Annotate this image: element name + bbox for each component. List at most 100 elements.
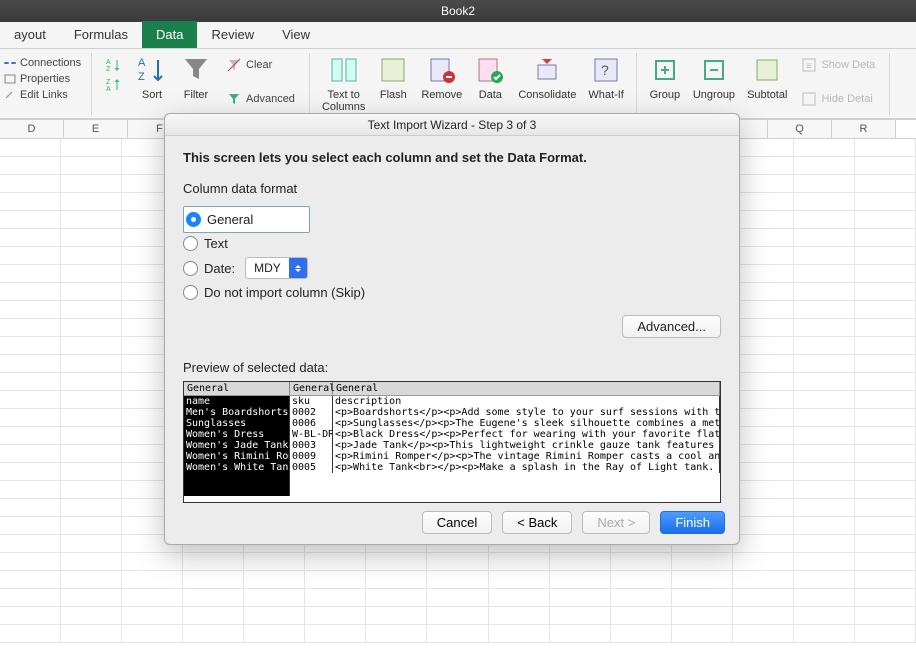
dialog-title: Text Import Wizard - Step 3 of 3 — [165, 114, 739, 136]
preview-header: General — [333, 382, 720, 395]
consolidate-button[interactable]: Consolidate — [512, 53, 582, 101]
data-validation-button[interactable]: Data — [468, 53, 512, 101]
whatif-button[interactable]: ? What-If — [582, 53, 629, 101]
text-to-columns-icon — [328, 53, 360, 87]
radio-skip[interactable]: Do not import column (Skip) — [183, 282, 721, 303]
ungroup-icon — [698, 53, 730, 87]
show-detail-label: Show Deta — [821, 59, 875, 71]
sort-button[interactable]: AZ Sort — [130, 53, 174, 101]
preview-header: General — [290, 382, 333, 395]
sort-desc-button[interactable]: ZA — [102, 75, 126, 95]
column-header[interactable]: D — [0, 120, 64, 138]
clear-icon — [226, 57, 242, 73]
flash-icon — [377, 53, 409, 87]
svg-text:A: A — [106, 59, 111, 66]
svg-text:A: A — [106, 86, 111, 93]
advanced-label: Advanced — [246, 93, 295, 105]
group-button[interactable]: Group — [643, 53, 687, 101]
consolidate-icon — [531, 53, 563, 87]
show-detail-button[interactable]: ≡ Show Deta — [797, 55, 879, 75]
whatif-label: What-If — [588, 89, 623, 101]
window-titlebar: Book2 — [0, 0, 916, 22]
radio-text[interactable]: Text — [183, 233, 721, 254]
connections-group: Connections Properties Edit Links — [0, 53, 92, 115]
svg-text:?: ? — [601, 62, 609, 78]
sort-desc-icon: ZA — [106, 77, 122, 93]
radio-icon — [183, 285, 198, 300]
advanced-button[interactable]: Advanced — [222, 89, 299, 109]
cancel-button[interactable]: Cancel — [422, 511, 492, 534]
remove-icon — [426, 53, 458, 87]
date-format-select[interactable]: MDY — [245, 257, 308, 279]
data-tools-group: Text to Columns Flash Remove Data Consol… — [310, 53, 637, 115]
filter-button[interactable]: Filter — [174, 53, 218, 101]
radio-date[interactable]: Date: MDY — [183, 254, 721, 282]
tab-data[interactable]: Data — [142, 21, 197, 48]
preview-column-selected[interactable]: name Men's Boardshorts Sunglasses Women'… — [184, 396, 290, 473]
remove-duplicates-button[interactable]: Remove — [415, 53, 468, 101]
properties-label: Properties — [20, 73, 70, 85]
whatif-icon: ? — [590, 53, 622, 87]
tab-formulas[interactable]: Formulas — [60, 21, 142, 48]
filter-label: Filter — [184, 89, 208, 101]
sort-icon: AZ — [136, 53, 168, 87]
preview-header: General — [184, 382, 290, 395]
tab-layout[interactable]: ayout — [0, 21, 60, 48]
radio-general[interactable]: General — [186, 209, 253, 230]
preview-column[interactable]: sku 0002 0006 W-BL-DR 0003 0009 0005 — [290, 396, 333, 473]
link-icon — [4, 58, 16, 68]
group-label: Group — [650, 89, 681, 101]
edit-links-label: Edit Links — [20, 89, 68, 101]
column-format-label: Column data format — [183, 181, 721, 196]
ungroup-label: Ungroup — [693, 89, 735, 101]
ribbon: Connections Properties Edit Links AZ ZA … — [0, 49, 916, 119]
finish-button[interactable]: Finish — [660, 511, 725, 534]
edit-links-button[interactable]: Edit Links — [4, 87, 87, 103]
preview-column[interactable]: description <p>Boardshorts</p><p>Add som… — [333, 396, 720, 473]
radio-icon — [183, 236, 198, 251]
remove-label: Remove — [421, 89, 462, 101]
advanced-filter-icon — [226, 91, 242, 107]
data-preview[interactable]: General General General name Men's Board… — [183, 381, 721, 503]
dialog-lead: This screen lets you select each column … — [183, 150, 721, 165]
validation-icon — [474, 53, 506, 87]
hide-detail-icon — [801, 91, 817, 107]
text-to-columns-button[interactable]: Text to Columns — [316, 53, 371, 113]
subtotal-label: Subtotal — [747, 89, 787, 101]
data-validation-label: Data — [479, 89, 502, 101]
properties-button[interactable]: Properties — [4, 71, 87, 87]
stepper-arrows-icon — [289, 258, 307, 278]
sort-label: Sort — [142, 89, 162, 101]
clear-button[interactable]: Clear — [222, 55, 299, 75]
back-button[interactable]: < Back — [502, 511, 572, 534]
column-header[interactable]: E — [64, 120, 128, 138]
consolidate-label: Consolidate — [518, 89, 576, 101]
column-header[interactable]: R — [832, 120, 896, 138]
properties-icon — [4, 74, 16, 84]
next-button: Next > — [582, 511, 650, 534]
flash-fill-button[interactable]: Flash — [371, 53, 415, 101]
subtotal-button[interactable]: Subtotal — [741, 53, 793, 101]
radio-skip-label: Do not import column (Skip) — [204, 285, 365, 300]
connections-button[interactable]: Connections — [4, 55, 87, 71]
subtotal-icon — [751, 53, 783, 87]
group-icon — [649, 53, 681, 87]
svg-text:A: A — [138, 57, 146, 69]
ribbon-tabs: ayout Formulas Data Review View — [0, 22, 916, 49]
date-format-value: MDY — [246, 261, 289, 275]
radio-icon — [186, 212, 201, 227]
ungroup-button[interactable]: Ungroup — [687, 53, 741, 101]
tab-review[interactable]: Review — [197, 21, 268, 48]
svg-text:≡: ≡ — [806, 61, 812, 72]
advanced-button[interactable]: Advanced... — [622, 315, 721, 338]
connections-label: Connections — [20, 57, 81, 69]
outline-group: Group Ungroup Subtotal ≡ Show Deta Hide D… — [637, 53, 890, 115]
sort-asc-icon: AZ — [106, 57, 122, 73]
column-header[interactable]: Q — [768, 120, 832, 138]
svg-text:Z: Z — [106, 79, 111, 86]
tab-view[interactable]: View — [268, 21, 324, 48]
svg-text:Z: Z — [106, 66, 111, 73]
sort-asc-button[interactable]: AZ — [102, 55, 126, 75]
hide-detail-button[interactable]: Hide Detai — [797, 89, 879, 109]
sort-filter-group: AZ ZA AZSort Filter Clear Advanced — [92, 53, 310, 115]
